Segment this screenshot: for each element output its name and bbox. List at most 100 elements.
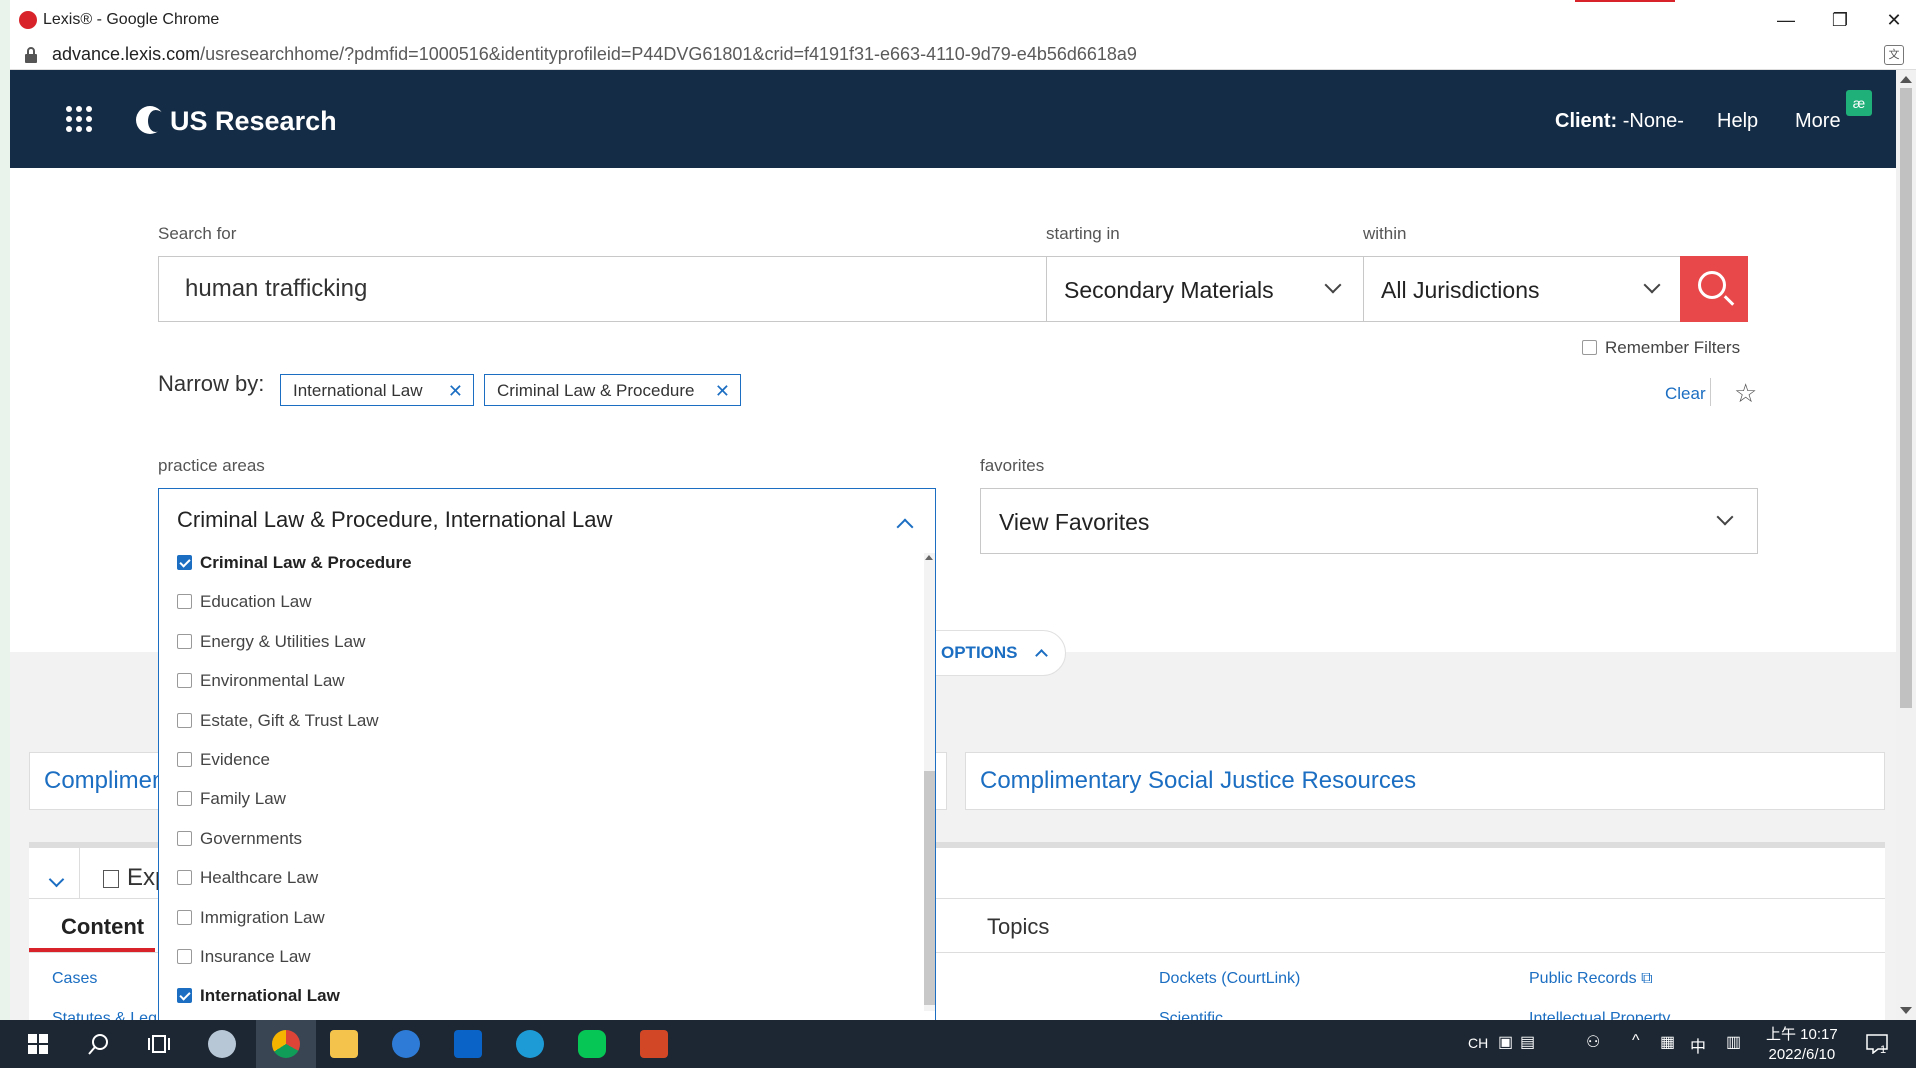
within-select[interactable]: All Jurisdictions [1363,256,1681,322]
help-link[interactable]: Help [1717,110,1758,133]
address-bar[interactable]: advance.lexis.com/usresearchhome/?pdmfid… [10,40,1916,70]
link-cases[interactable]: Cases [52,970,97,988]
scroll-down-icon[interactable] [1900,1007,1912,1014]
windows-start-icon[interactable] [28,1034,48,1054]
checkbox-icon[interactable] [177,909,192,925]
people-icon[interactable]: ⚇ [1586,1032,1600,1052]
practice-areas-dropdown[interactable]: Criminal Law & Procedure, International … [158,488,936,1020]
link-dockets[interactable]: Dockets (CourtLink) [1159,970,1300,988]
close-icon[interactable]: ✕ [448,381,463,402]
practice-area-option[interactable]: Immigration Law [177,908,877,947]
checkbox-icon[interactable] [177,948,192,964]
checkbox-checked-icon[interactable] [177,555,192,570]
page-scrollbar[interactable] [1896,70,1916,1020]
practice-area-label: Energy & Utilities Law [200,631,366,651]
practice-area-option[interactable]: Criminal Law & Procedure [177,553,877,592]
file-explorer-icon[interactable] [330,1030,358,1058]
browser-window: Lexis® - Google Chrome — ❐ ✕ advance.lex… [10,0,1916,1020]
checkbox-icon[interactable] [177,791,192,807]
practice-area-option[interactable]: Family Law [177,789,877,828]
within-value: All Jurisdictions [1381,277,1540,303]
checkbox-icon[interactable] [177,633,192,649]
practice-area-label: Evidence [200,749,270,769]
ime-indicator[interactable]: CH [1468,1035,1488,1051]
chrome-icon[interactable] [272,1030,300,1058]
keyboard-icon[interactable]: ▥ [1726,1032,1741,1052]
line-icon[interactable] [578,1030,606,1058]
resources-card-right[interactable]: Complimentary Social Justice Resources [965,752,1885,810]
edge-icon[interactable] [516,1030,544,1058]
link-scientific[interactable]: Scientific [1159,1010,1223,1020]
window-title: Lexis® - Google Chrome [43,11,220,28]
expand-icon[interactable] [103,870,119,888]
tab-content[interactable]: Content [61,914,144,940]
more-menu[interactable]: More [1795,110,1841,133]
scroll-thumb[interactable] [1900,88,1912,708]
practice-area-option[interactable]: Governments [177,829,877,868]
clear-link[interactable]: Clear [1665,384,1706,404]
practice-area-option[interactable]: Environmental Law [177,671,877,710]
favorites-select[interactable]: View Favorites [980,488,1758,554]
app-icon[interactable] [208,1030,236,1058]
filter-chip-criminal-law[interactable]: Criminal Law & Procedure ✕ [484,374,741,406]
task-view-icon[interactable] [148,1034,170,1054]
card-title[interactable]: Complimentary Social Justice Resources [980,767,1416,795]
checkbox-icon[interactable] [177,751,192,767]
chevron-down-icon[interactable] [48,871,65,888]
pdf-tray-icon[interactable]: ▣ [1498,1032,1513,1052]
outlook-icon[interactable] [454,1030,482,1058]
tray-icon[interactable]: ▤ [1520,1032,1535,1052]
translate-icon[interactable]: 文 [1884,45,1904,65]
chevron-down-icon [1643,276,1661,294]
search-for-label: Search for [158,224,237,243]
input-language[interactable]: 中 [1690,1033,1706,1057]
practice-area-option[interactable]: International Law [177,986,877,1020]
link-public-records[interactable]: Public Records ⧉ [1529,970,1653,988]
checkbox-icon[interactable] [177,830,192,846]
brand-title[interactable]: US Research [170,106,337,137]
chevron-up-icon[interactable] [896,518,914,536]
practice-area-option[interactable]: Energy & Utilities Law [177,632,877,671]
powerpoint-icon[interactable] [640,1030,668,1058]
lexis-logo-icon [136,106,166,134]
checkbox-checked-icon[interactable] [177,988,192,1004]
close-button[interactable]: ✕ [1874,6,1914,34]
scroll-up-icon[interactable] [1900,76,1912,83]
checkbox-icon[interactable] [177,870,192,886]
chevron-up-icon[interactable]: ^ [1632,1032,1640,1050]
checkbox-icon[interactable] [177,594,192,610]
practice-area-option[interactable]: Estate, Gift & Trust Law [177,711,877,750]
minimize-button[interactable]: — [1766,6,1806,34]
clock[interactable]: 上午 10:17 2022/6/10 [1766,1025,1838,1065]
chip-label: Criminal Law & Procedure [497,381,695,400]
practice-areas-summary[interactable]: Criminal Law & Procedure, International … [177,507,612,533]
link-intellectual-property[interactable]: Intellectual Property [1529,1010,1670,1020]
tab-topics[interactable]: Topics [987,914,1049,940]
windows-taskbar: CH ▣ ▤ ⚇ ^ ▦ 中 ▥ 上午 10:17 2022/6/10 1 [0,1020,1916,1068]
search-button[interactable] [1680,256,1748,322]
search-icon[interactable] [88,1033,110,1055]
close-icon[interactable]: ✕ [715,381,730,402]
checkbox-icon[interactable] [177,673,192,689]
practice-area-option[interactable]: Insurance Law [177,947,877,986]
internet-explorer-icon[interactable] [392,1030,420,1058]
practice-area-option[interactable]: Evidence [177,750,877,789]
restore-button[interactable]: ❐ [1820,6,1860,34]
url-text[interactable]: advance.lexis.com/usresearchhome/?pdmfid… [52,44,1137,65]
checkbox-icon[interactable] [177,712,192,728]
network-icon[interactable]: ▦ [1660,1032,1675,1052]
practice-area-option[interactable]: Education Law [177,592,877,631]
practice-areas-scrollbar[interactable] [924,553,935,1011]
extension-badge-icon[interactable]: æ [1846,90,1872,116]
scroll-up-icon[interactable] [925,555,933,560]
search-input[interactable]: human trafficking [158,256,1048,322]
scroll-thumb[interactable] [924,771,935,1005]
practice-area-option[interactable]: Healthcare Law [177,868,877,907]
remember-filters-checkbox[interactable]: Remember Filters [1582,338,1740,358]
star-icon[interactable]: ☆ [1734,378,1757,409]
filter-chip-international-law[interactable]: International Law ✕ [280,374,474,406]
narrow-by-label: Narrow by: [158,371,265,396]
client-selector[interactable]: Client: -None- [1555,110,1684,133]
starting-in-select[interactable]: Secondary Materials [1046,256,1364,322]
app-grid-icon[interactable] [66,106,92,132]
